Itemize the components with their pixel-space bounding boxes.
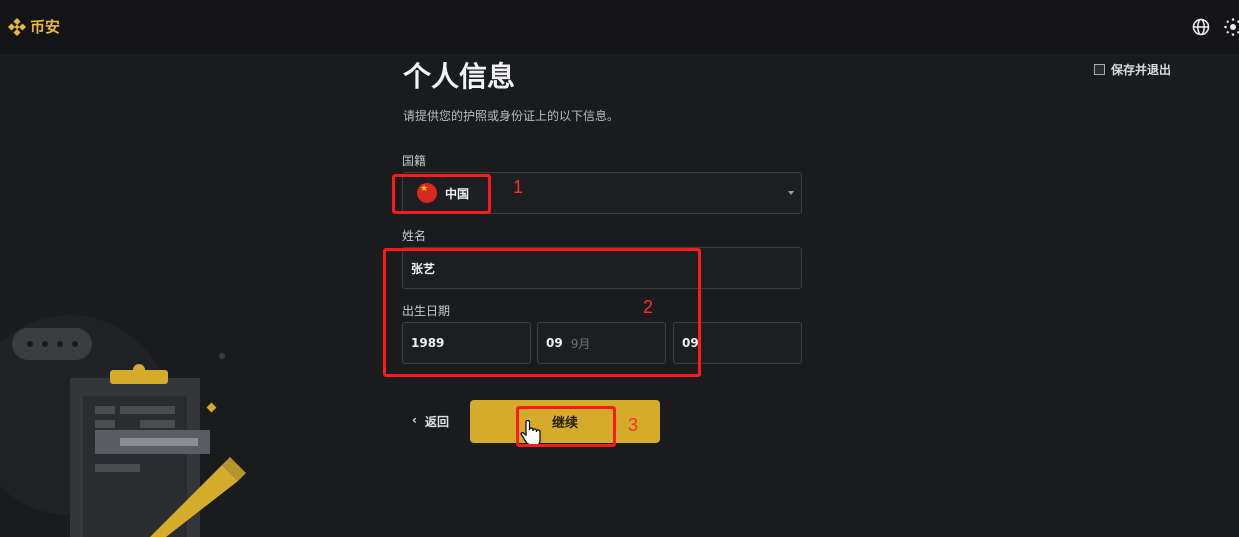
save-and-exit-button[interactable]: 保存并退出 xyxy=(1094,61,1171,78)
annotation-number-1: 1 xyxy=(513,177,524,197)
annotation-box-2 xyxy=(383,248,701,377)
top-bar: 币安 xyxy=(0,0,1239,54)
page-subtitle: 请提供您的护照或身份证上的以下信息。 xyxy=(403,109,620,123)
globe-icon[interactable] xyxy=(1191,17,1211,37)
binance-logo[interactable]: 币安 xyxy=(8,16,60,37)
back-label: 返回 xyxy=(424,415,449,429)
page-title: 个人信息 xyxy=(403,60,516,93)
nationality-label: 国籍 xyxy=(402,154,427,168)
chevron-down-icon xyxy=(788,191,794,195)
binance-logo-icon xyxy=(8,17,26,36)
save-icon xyxy=(1094,64,1105,75)
annotation-number-3: 3 xyxy=(628,415,639,435)
back-button[interactable]: ‹ 返回 xyxy=(412,413,449,430)
annotation-number-2: 2 xyxy=(643,297,654,317)
name-label: 姓名 xyxy=(402,229,427,243)
brand-name: 币安 xyxy=(30,18,61,36)
annotation-box-1 xyxy=(392,174,491,214)
save-and-exit-label: 保存并退出 xyxy=(1111,63,1172,77)
annotation-box-3 xyxy=(516,406,616,447)
clipboard-illustration xyxy=(0,300,260,537)
theme-icon[interactable] xyxy=(1223,17,1239,37)
chevron-left-icon: ‹ xyxy=(412,413,417,427)
